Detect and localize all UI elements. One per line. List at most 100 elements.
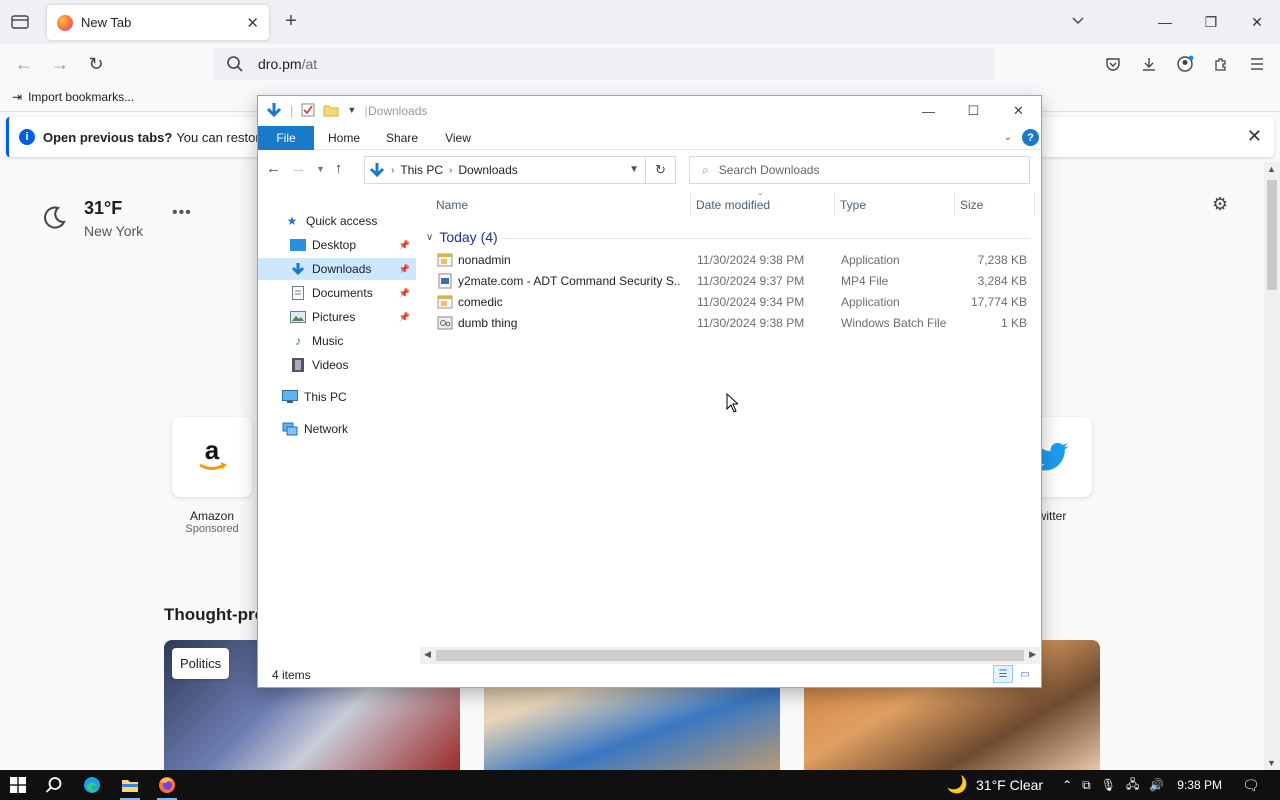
search-icon[interactable] [42, 773, 66, 797]
microphone-icon[interactable]: 🎙 [1101, 778, 1116, 792]
firefox-view-icon[interactable] [8, 10, 32, 34]
new-folder-icon[interactable] [323, 103, 339, 117]
column-header-size[interactable]: Size [960, 198, 983, 212]
forward-icon[interactable]: → [291, 160, 306, 177]
scroll-left-icon[interactable]: ◀ [424, 649, 431, 660]
page-scrollbar[interactable]: ▲ ▼ [1264, 162, 1280, 770]
more-options-icon[interactable]: ••• [172, 204, 192, 222]
file-explorer-icon[interactable] [118, 773, 142, 800]
recent-locations-icon[interactable]: ▼ [316, 164, 325, 174]
search-input[interactable]: ⌕ Search Downloads [689, 156, 1030, 184]
sort-indicator-icon: ⌄ [757, 188, 764, 197]
menu-icon[interactable] [1246, 52, 1268, 76]
chevron-down-icon[interactable]: ▼ [629, 164, 639, 175]
new-tab-icon[interactable]: + [280, 10, 302, 32]
group-label: Today (4) [439, 229, 498, 245]
refresh-icon[interactable]: ↻ [645, 157, 675, 183]
nav-documents[interactable]: Documents 📌 [258, 282, 416, 304]
scrollbar-thumb[interactable] [436, 650, 1024, 661]
tab-share[interactable]: Share [378, 126, 426, 150]
group-header-today[interactable]: ∨ Today (4) [426, 229, 498, 245]
tab-home[interactable]: Home [320, 126, 368, 150]
column-divider[interactable] [690, 192, 691, 216]
back-icon[interactable]: ← [266, 160, 281, 177]
up-icon[interactable]: ↑ [335, 160, 343, 177]
close-notification-icon[interactable]: ✕ [1247, 126, 1262, 147]
tab-file[interactable]: File [258, 126, 314, 150]
file-row[interactable]: dumb thing 11/30/2024 9:38 PM Windows Ba… [434, 313, 1034, 334]
file-row[interactable]: comedic 11/30/2024 9:34 PM Application 1… [434, 292, 1034, 313]
expand-ribbon-icon[interactable]: ⌄ [1004, 132, 1012, 143]
column-header-name[interactable]: Name [436, 198, 468, 212]
back-icon[interactable]: ← [12, 52, 36, 76]
column-header-date-modified[interactable]: Date modified [696, 198, 770, 212]
url-text[interactable]: dro.pm/at [258, 56, 317, 72]
shortcut-amazon[interactable]: a Amazon Sponsored [172, 417, 252, 535]
chevron-up-icon[interactable]: ⌃ [1062, 778, 1072, 792]
windows-start-icon[interactable] [6, 773, 30, 797]
scroll-down-icon[interactable]: ▼ [1267, 758, 1276, 768]
nav-downloads[interactable]: Downloads 📌 [258, 258, 416, 280]
list-all-tabs-icon[interactable] [1070, 12, 1092, 34]
column-divider[interactable] [834, 192, 835, 216]
column-divider[interactable] [1034, 192, 1035, 216]
import-bookmarks-link[interactable]: ⇥ Import bookmarks... [12, 90, 134, 104]
help-icon[interactable]: ? [1022, 129, 1039, 146]
nav-quick-access[interactable]: ★ Quick access [258, 210, 416, 232]
forward-icon[interactable]: → [48, 52, 72, 76]
meet-now-icon[interactable]: ⧉ [1082, 778, 1091, 793]
gear-icon[interactable]: ⚙ [1212, 194, 1228, 215]
chevron-down-icon[interactable]: ∨ [426, 232, 433, 243]
taskbar-weather[interactable]: 31°F Clear [976, 777, 1043, 793]
notifications-icon[interactable]: 🗨 [1242, 777, 1268, 794]
minimize-icon[interactable]: — [906, 96, 951, 126]
column-header-type[interactable]: Type [840, 198, 866, 212]
close-icon[interactable]: ✕ [996, 96, 1041, 126]
close-window-icon[interactable]: ✕ [1234, 0, 1280, 44]
file-row[interactable]: nonadmin 11/30/2024 9:38 PM Application … [434, 250, 1034, 271]
restore-icon[interactable]: ❐ [1188, 0, 1234, 44]
details-view-icon[interactable]: ☰ [993, 665, 1013, 683]
explorer-titlebar[interactable]: | ▼ | Downloads — ☐ ✕ [258, 96, 1041, 126]
column-divider[interactable] [954, 192, 955, 216]
clock[interactable]: 9:38 PM [1177, 778, 1222, 792]
downloads-icon[interactable] [1138, 52, 1160, 76]
account-icon[interactable] [1174, 52, 1196, 76]
nav-pictures[interactable]: Pictures 📌 [258, 306, 416, 328]
weather-widget[interactable]: 31°F New York ••• [40, 198, 191, 239]
chevron-right-icon[interactable]: › [449, 165, 452, 176]
breadcrumb-downloads[interactable]: Downloads [458, 163, 517, 177]
volume-icon[interactable]: 🔊 [1149, 778, 1164, 792]
network-status-icon[interactable]: 🖧 [1126, 775, 1139, 796]
search-icon: ⌕ [702, 162, 709, 177]
weather-moon-icon[interactable]: 🌙 [947, 775, 968, 795]
toolbar-actions [1102, 52, 1268, 76]
tab-view[interactable]: View [434, 126, 482, 150]
chevron-right-icon[interactable]: › [391, 165, 394, 176]
breadcrumb-this-pc[interactable]: This PC [400, 163, 443, 177]
horizontal-scrollbar[interactable]: ◀ ▶ [420, 647, 1040, 664]
properties-icon[interactable] [301, 103, 315, 117]
scrollbar-thumb[interactable] [1267, 180, 1277, 290]
nav-music[interactable]: ♪ Music [258, 330, 416, 352]
close-tab-icon[interactable]: ✕ [246, 14, 259, 32]
customize-quick-access-icon[interactable]: ▼ [347, 105, 356, 115]
scroll-right-icon[interactable]: ▶ [1029, 649, 1036, 660]
minimize-icon[interactable]: — [1142, 0, 1188, 44]
maximize-icon[interactable]: ☐ [951, 96, 996, 126]
url-bar[interactable]: dro.pm/at [214, 48, 995, 80]
address-bar[interactable]: › This PC › Downloads ▼ ↻ [364, 156, 676, 184]
nav-videos[interactable]: Videos [258, 354, 416, 376]
edge-icon[interactable] [80, 773, 104, 797]
file-row[interactable]: y2mate.com - ADT Command Security S... 1… [434, 271, 1034, 292]
browser-tab[interactable]: New Tab ✕ [47, 5, 269, 40]
firefox-icon[interactable] [155, 773, 179, 800]
pocket-icon[interactable] [1102, 52, 1124, 76]
scroll-up-icon[interactable]: ▲ [1267, 164, 1276, 174]
extensions-icon[interactable] [1210, 52, 1232, 76]
nav-network[interactable]: Network [258, 418, 416, 440]
nav-desktop[interactable]: Desktop 📌 [258, 234, 416, 256]
reload-icon[interactable]: ↻ [84, 52, 108, 76]
nav-this-pc[interactable]: This PC [258, 386, 416, 408]
large-icons-view-icon[interactable]: ▭ [1015, 665, 1035, 683]
